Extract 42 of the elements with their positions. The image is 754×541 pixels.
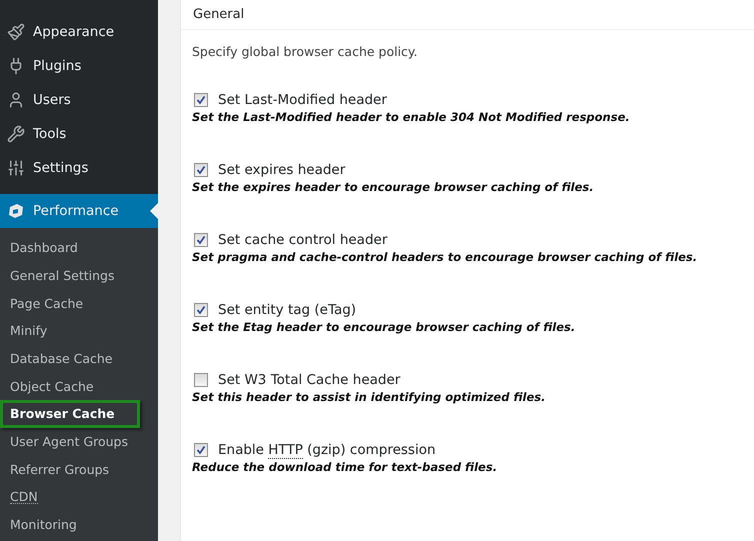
submenu-item[interactable]: CDN — [0, 483, 158, 511]
checkbox[interactable] — [194, 443, 208, 457]
option-label: Set Last-Modified header — [218, 92, 387, 108]
submenu-item[interactable]: User Agent Groups — [0, 428, 158, 456]
sliders-icon — [7, 159, 25, 177]
menu-item[interactable]: Performance — [0, 194, 158, 228]
submenu-item[interactable]: General Settings — [0, 262, 158, 290]
option-description: Set this header to assist in identifying optimized files. — [192, 390, 546, 404]
checkbox[interactable] — [194, 373, 208, 387]
panel-title: General — [181, 0, 754, 30]
paintbrush-icon — [7, 23, 25, 41]
menu-item[interactable]: Plugins — [0, 49, 158, 83]
option-description: Set the Last-Modified header to enable 304 Not Modified response. — [192, 110, 631, 124]
option-description: Reduce the download time for text-based files. — [192, 460, 498, 474]
option-description: Set the Etag header to encourage browser caching of files. — [192, 320, 576, 334]
option-description: Set pragma and cache-control headers to encourage browser caching of files. — [192, 250, 698, 264]
option-label: Enable HTTP (gzip) compression — [218, 442, 436, 458]
option-label: Set expires header — [218, 162, 346, 178]
submenu-item[interactable]: Browser Cache — [0, 400, 140, 428]
submenu-item[interactable]: Page Cache — [0, 289, 158, 318]
checkbox[interactable] — [194, 163, 208, 177]
checkbox[interactable] — [194, 93, 208, 107]
option-label: Set W3 Total Cache header — [218, 372, 400, 388]
checkbox[interactable] — [194, 303, 208, 317]
checkbox[interactable] — [194, 233, 208, 247]
submenu-item[interactable]: Dashboard — [0, 234, 158, 262]
menu-item[interactable]: Tools — [0, 117, 158, 151]
abbreviation: HTTP — [268, 442, 303, 459]
user-icon — [7, 91, 25, 109]
wrench-icon — [7, 125, 25, 143]
option-description: Set the expires header to encourage browser caching of files. — [192, 180, 595, 194]
menu-item[interactable]: Users — [0, 83, 158, 117]
intro-text: Specify global browser cache policy. — [192, 44, 419, 59]
submenu-item[interactable]: Minify — [0, 317, 158, 345]
submenu-item[interactable]: Monitoring — [0, 510, 158, 539]
submenu-item[interactable]: Referrer Groups — [0, 456, 158, 484]
menu-item[interactable]: Appearance — [0, 15, 158, 49]
submenu-item[interactable]: Database Cache — [0, 344, 158, 372]
menu-item[interactable]: Settings — [0, 151, 158, 185]
option-label: Set cache control header — [218, 232, 388, 248]
option-label: Set entity tag (eTag) — [218, 302, 356, 318]
submenu-item[interactable]: Object Cache — [0, 372, 158, 400]
